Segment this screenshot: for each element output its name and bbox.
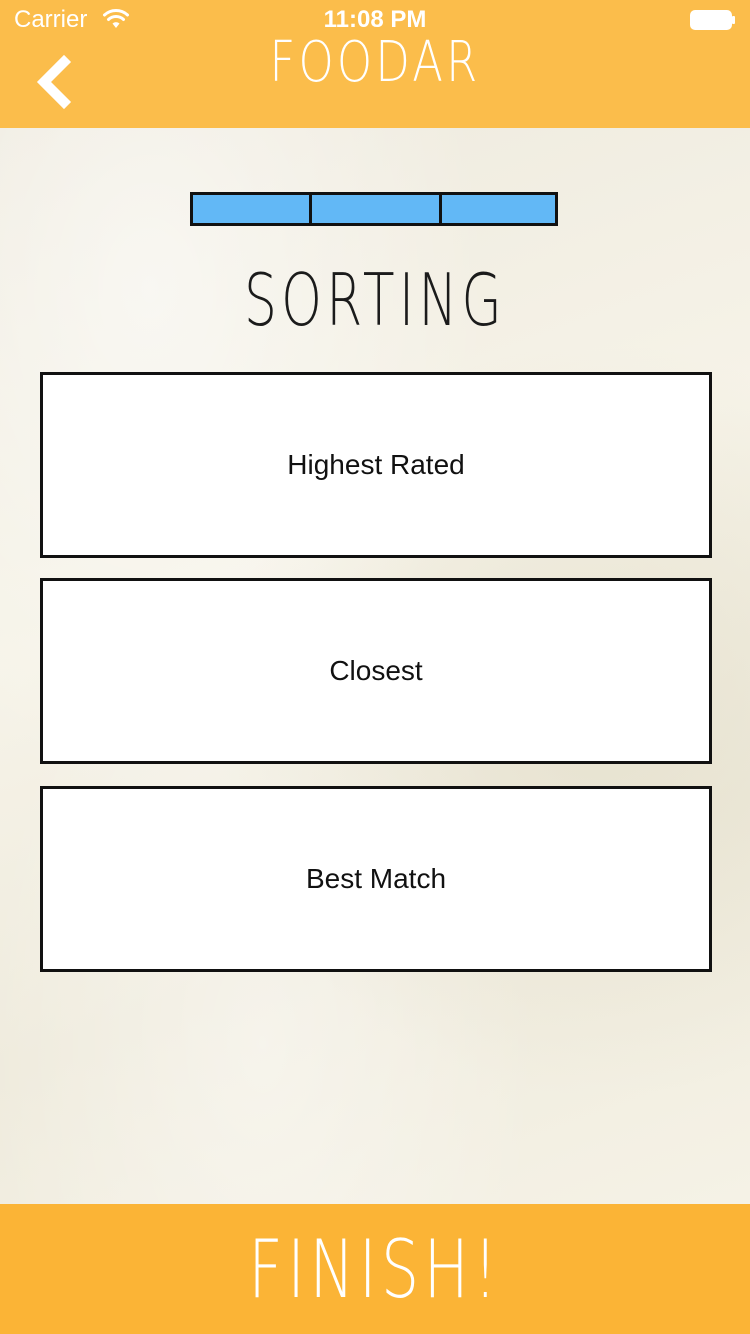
app-header: Carrier 11:08 PM FOODAR [0, 0, 750, 128]
progress-segment [442, 195, 555, 223]
section-title: SORTING [243, 258, 507, 342]
option-best-match-button[interactable]: Best Match [40, 786, 712, 972]
app-title: FOODAR [269, 30, 481, 95]
finish-label: FINISH! [248, 1222, 502, 1316]
option-label: Best Match [305, 863, 447, 894]
option-highest-rated-button[interactable]: Highest Rated [40, 372, 712, 558]
progress-segment [312, 195, 442, 223]
option-closest-button[interactable]: Closest [40, 578, 712, 764]
battery-icon [690, 10, 735, 30]
progress-bar [190, 192, 558, 226]
option-label: Highest Rated [287, 449, 465, 480]
option-label: Closest [329, 655, 423, 686]
progress-segment [193, 195, 312, 223]
finish-button[interactable]: FINISH! [0, 1204, 750, 1334]
